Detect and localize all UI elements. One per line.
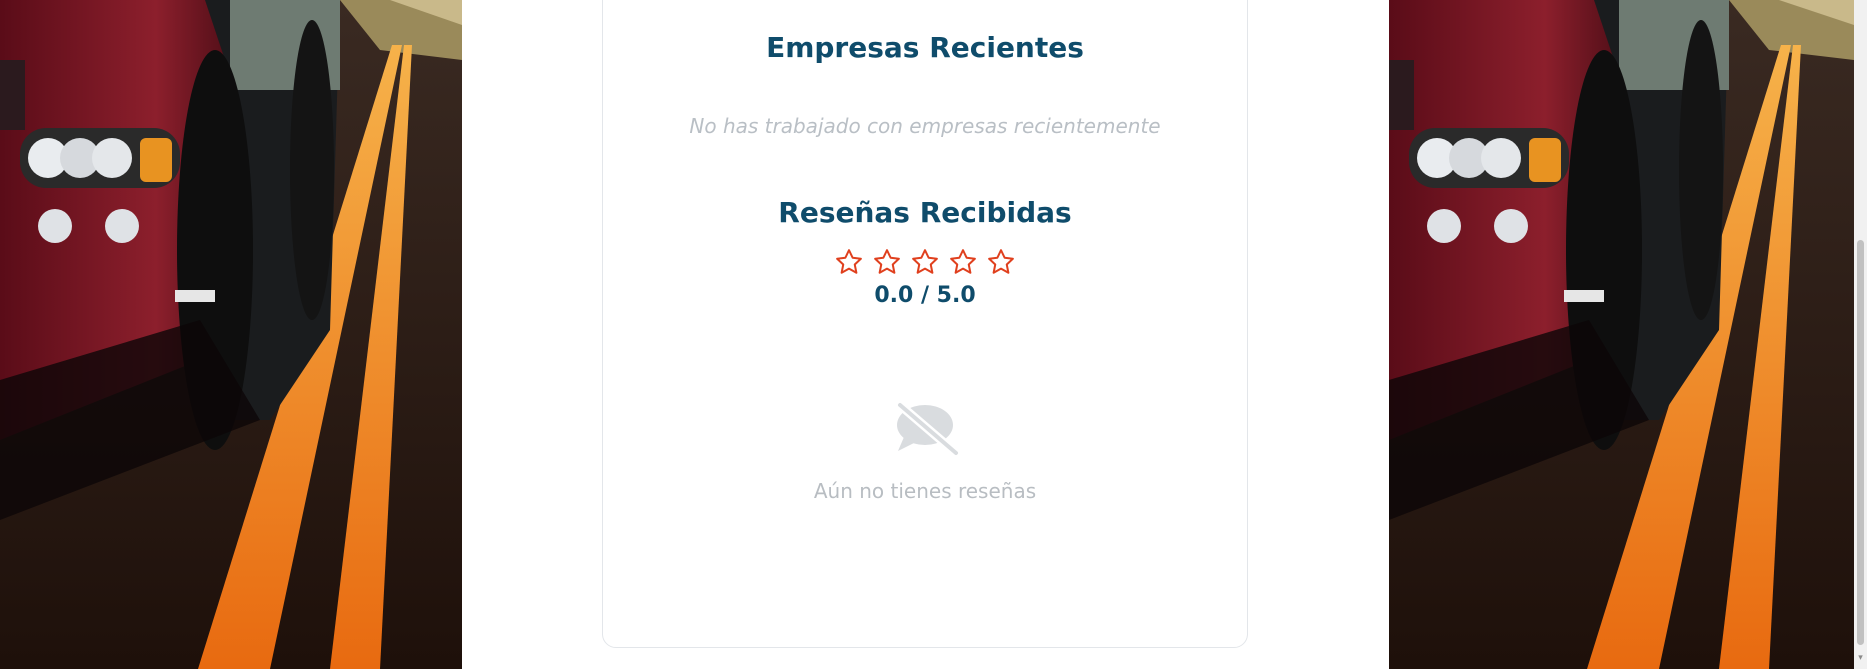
main-content: Empresas Recientes No has trabajado con … [462, 0, 1389, 669]
rating-value: 0.0 / 5.0 [874, 283, 976, 308]
page-scrollbar[interactable]: ▾ [1854, 0, 1867, 669]
recent-companies-empty-message: No has trabajado con empresas recienteme… [689, 114, 1161, 138]
chevron-down-icon[interactable]: ▾ [1856, 654, 1865, 663]
rating-stars [603, 247, 1247, 277]
no-reviews-message: Aún no tienes reseñas [813, 479, 1037, 503]
background-truck-image-right [1389, 0, 1854, 669]
star-outline-icon [986, 247, 1016, 277]
star-outline-icon [834, 247, 864, 277]
star-outline-icon [910, 247, 940, 277]
background-truck-image-left [0, 0, 462, 669]
comment-slash-icon [894, 401, 960, 457]
star-outline-icon [872, 247, 902, 277]
received-reviews-title: Reseñas Recibidas [778, 196, 1072, 229]
page: Empresas Recientes No has trabajado con … [0, 0, 1867, 669]
scrollbar-thumb[interactable] [1857, 240, 1864, 645]
star-outline-icon [948, 247, 978, 277]
recent-companies-title: Empresas Recientes [766, 31, 1084, 64]
profile-card: Empresas Recientes No has trabajado con … [602, 0, 1248, 648]
